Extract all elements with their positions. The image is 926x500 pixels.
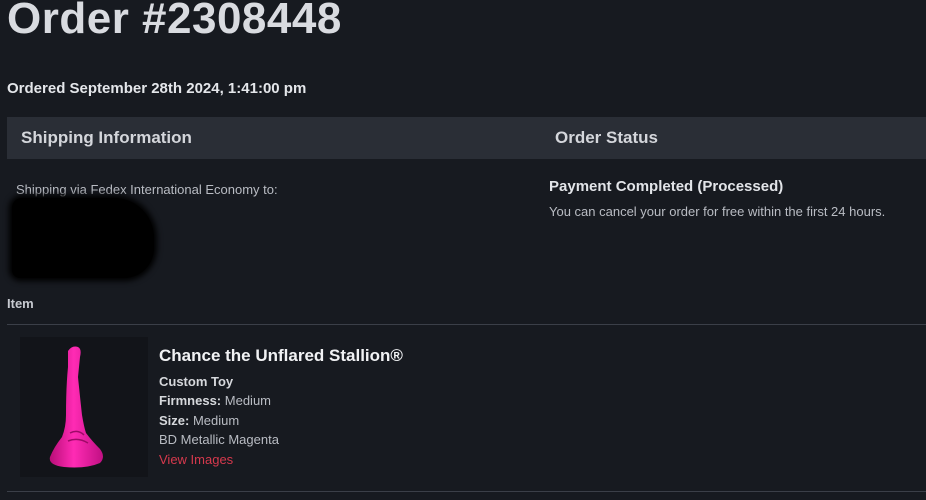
firmness-label: Firmness:: [159, 393, 222, 408]
shipping-method-text: Shipping via Fedex International Economy…: [16, 182, 278, 197]
order-status-heading: Order Status: [555, 128, 658, 147]
payment-status: Payment Completed (Processed): [549, 178, 784, 195]
divider: [7, 491, 926, 492]
order-date: Ordered September 28th 2024, 1:41:00 pm: [7, 80, 307, 97]
product-firmness: Firmness: Medium: [159, 393, 271, 408]
item-column-heading: Item: [7, 296, 34, 311]
size-label: Size:: [159, 413, 190, 428]
product-name: Chance the Unflared Stallion®: [159, 346, 403, 365]
product-image-graphic: [49, 346, 103, 468]
cancel-note: You can cancel your order for free withi…: [549, 204, 886, 219]
product-shape: [49, 346, 103, 468]
info-header-bar: Shipping Information Order Status: [7, 117, 926, 159]
firmness-value: Medium: [224, 393, 272, 408]
product-image: [20, 337, 148, 477]
view-images-link[interactable]: View Images: [159, 452, 233, 467]
product-size: Size: Medium: [159, 413, 239, 428]
divider: [7, 324, 926, 325]
size-value: Medium: [192, 413, 240, 428]
redacted-address: [12, 198, 154, 278]
shipping-info-heading: Shipping Information: [21, 128, 192, 147]
product-color: BD Metallic Magenta: [159, 432, 279, 447]
product-type: Custom Toy: [159, 374, 234, 389]
page-title: Order #2308448: [7, 0, 342, 43]
order-page: Order #2308448 Ordered September 28th 20…: [0, 0, 926, 500]
